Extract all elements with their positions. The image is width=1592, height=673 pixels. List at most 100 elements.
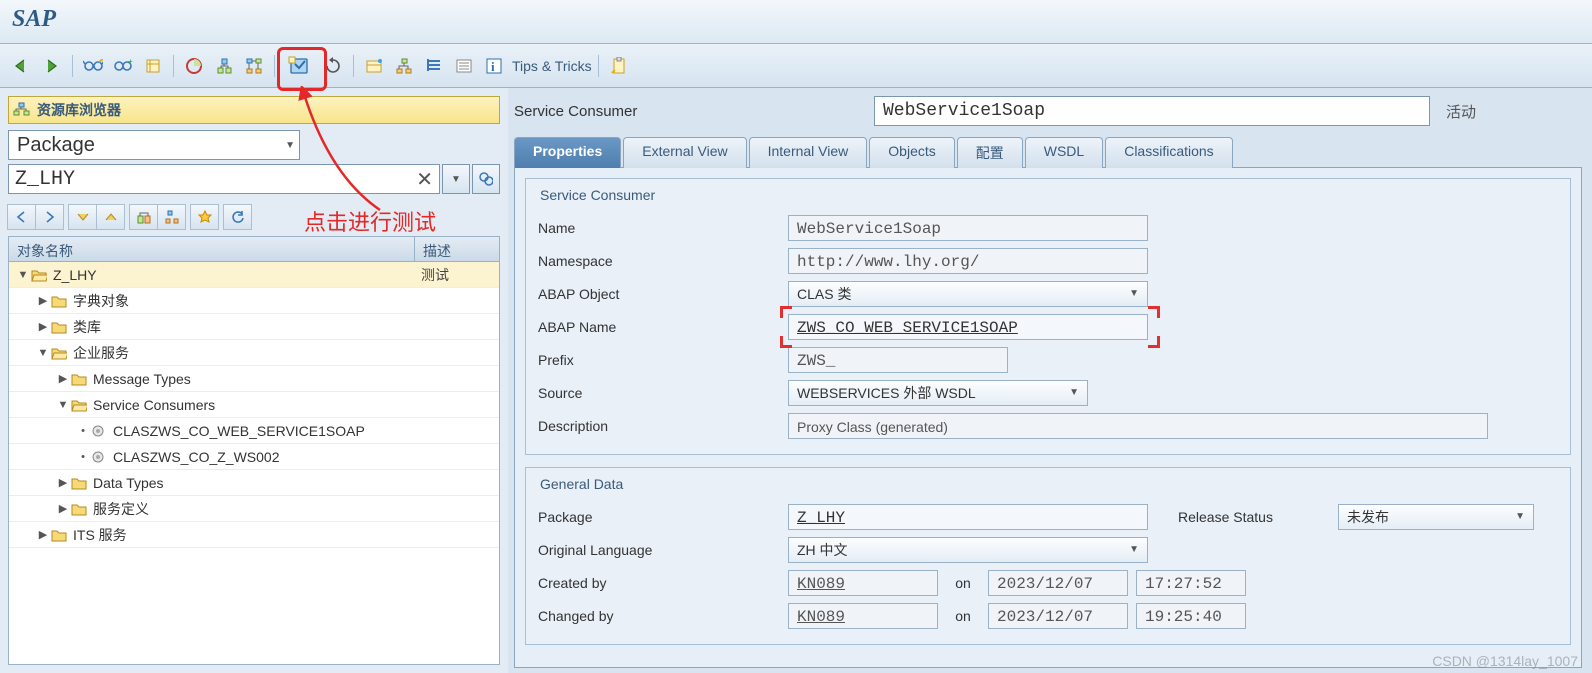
tab-external-view[interactable]: External View	[623, 137, 746, 168]
display-button[interactable]	[472, 164, 500, 194]
expand-toggle[interactable]: ▶	[57, 502, 69, 515]
collapse-toggle[interactable]: ▼	[57, 399, 69, 411]
tab-objects[interactable]: Objects	[869, 137, 954, 168]
tree-row[interactable]: ▶ITS 服务	[9, 522, 499, 548]
expand-button[interactable]	[68, 204, 97, 230]
clear-icon[interactable]: ✕	[416, 167, 433, 192]
hierarchy-icon[interactable]	[240, 52, 268, 80]
tree-node-label: 字典对象	[73, 291, 129, 311]
tree-node-label: Data Types	[93, 475, 164, 491]
next-button[interactable]	[35, 204, 64, 230]
tab-配置[interactable]: 配置	[957, 137, 1023, 168]
tree-row[interactable]: ▶ Data Types	[9, 470, 499, 496]
abap-name-label: ABAP Name	[538, 319, 788, 335]
test-button[interactable]	[285, 52, 313, 80]
chevron-down-icon: ▼	[1069, 387, 1079, 398]
changed-date-field: 2023/12/07	[988, 603, 1128, 629]
glasses-plus-icon[interactable]: +	[109, 52, 137, 80]
abap-name-field[interactable]: ZWS_CO_WEB_SERVICE1SOAP	[788, 314, 1148, 340]
tree-row[interactable]: ▼ Service Consumers	[9, 392, 499, 418]
properties-panel: Service Consumer Name WebService1Soap Na…	[514, 168, 1582, 668]
folder-icon	[31, 268, 47, 282]
structure-icon[interactable]	[390, 52, 418, 80]
tree-node-label: Message Types	[93, 371, 191, 387]
orig-lang-select[interactable]: ZH 中文 ▼	[788, 537, 1148, 563]
expand-toggle[interactable]: ▶	[37, 320, 49, 333]
orig-lang-value: ZH 中文	[797, 540, 848, 560]
description-label: Description	[538, 418, 788, 434]
tree-row[interactable]: ▶ 服务定义	[9, 496, 499, 522]
tab-classifications[interactable]: Classifications	[1105, 137, 1232, 168]
created-by-label: Created by	[538, 575, 788, 591]
on-label: on	[938, 608, 988, 624]
tree-row[interactable]: ▼Z_LHY测试	[9, 262, 499, 288]
regenerate-icon[interactable]	[319, 52, 347, 80]
sidebar: 资源库浏览器 Package ▼ Z_LHY ✕ ▼ 对象名称 描	[0, 88, 508, 673]
back-button[interactable]	[8, 52, 36, 80]
tree-row[interactable]: ▶类库	[9, 314, 499, 340]
tips-tricks-label[interactable]: Tips & Tricks	[512, 58, 592, 74]
clipboard-icon[interactable]	[605, 52, 633, 80]
prev-button[interactable]	[7, 204, 36, 230]
expand-toggle[interactable]: ▶	[37, 294, 49, 307]
where-used-icon[interactable]	[210, 52, 238, 80]
favorites-button[interactable]	[190, 204, 219, 230]
bullet: •	[77, 451, 89, 463]
wizard-icon[interactable]	[360, 52, 388, 80]
header-name-field[interactable]: WebService1Soap	[874, 96, 1430, 126]
collapse-toggle[interactable]: ▼	[37, 347, 49, 359]
created-time-field: 17:27:52	[1136, 570, 1246, 596]
tree-row[interactable]: ▶ Message Types	[9, 366, 499, 392]
collapse-button[interactable]	[96, 204, 125, 230]
tree-row[interactable]: ▶ 字典对象	[9, 288, 499, 314]
collapse-toggle[interactable]: ▼	[17, 269, 29, 281]
package-field[interactable]: Z_LHY	[788, 504, 1148, 530]
highlight-corner	[1148, 306, 1160, 318]
package-input[interactable]: Z_LHY ✕	[8, 164, 440, 194]
toolbar-separator	[353, 55, 354, 77]
object-tree[interactable]: ▼Z_LHY测试 ▶ 字典对象 ▶类库▼企业服务 ▶ Message Types ▼ Serv…	[8, 262, 500, 665]
expand-toggle[interactable]: ▶	[37, 528, 49, 541]
tree-node-label: Service Consumers	[93, 397, 215, 413]
tree-settings-button[interactable]	[157, 204, 186, 230]
chevron-down-icon: ▼	[1129, 288, 1139, 299]
source-select[interactable]: WEBSERVICES 外部 WSDL ▼	[788, 380, 1088, 406]
expand-toggle[interactable]: ▶	[57, 476, 69, 489]
tab-properties[interactable]: Properties	[514, 137, 621, 168]
abap-object-select[interactable]: CLAS 类 ▼	[788, 281, 1148, 307]
name-label: Name	[538, 220, 788, 236]
prefix-label: Prefix	[538, 352, 788, 368]
activity-icon[interactable]	[180, 52, 208, 80]
tab-bar: PropertiesExternal ViewInternal ViewObje…	[514, 136, 1582, 168]
object-type-selector[interactable]: Package ▼	[8, 130, 300, 160]
toolbar-separator	[274, 55, 275, 77]
refresh-button[interactable]	[129, 204, 158, 230]
dropdown-history-button[interactable]: ▼	[442, 164, 470, 194]
content-area: Service Consumer WebService1Soap 活动 Prop…	[508, 88, 1592, 673]
info-icon[interactable]: i	[480, 52, 508, 80]
tab-wsdl[interactable]: WSDL	[1025, 137, 1103, 168]
group-general-data: General Data Package Z_LHY Release Statu…	[525, 467, 1571, 645]
tree-node-label: 服务定义	[93, 499, 149, 519]
svg-text:i: i	[491, 59, 495, 74]
changed-by-label: Changed by	[538, 608, 788, 624]
sync-button[interactable]	[223, 204, 252, 230]
tree-col-desc: 描述	[415, 237, 499, 261]
release-status-select[interactable]: 未发布 ▼	[1338, 504, 1534, 530]
source-value: WEBSERVICES 外部 WSDL	[797, 383, 976, 403]
orig-lang-label: Original Language	[538, 542, 788, 558]
tree-row[interactable]: ▼企业服务	[9, 340, 499, 366]
list-icon[interactable]	[450, 52, 478, 80]
expand-toggle[interactable]: ▶	[57, 372, 69, 385]
tab-internal-view[interactable]: Internal View	[749, 137, 868, 168]
pretty-print-icon[interactable]	[420, 52, 448, 80]
header-name-value: WebService1Soap	[883, 101, 1045, 121]
tree-row[interactable]: •CLASZWS_CO_Z_WS002	[9, 444, 499, 470]
folder-icon	[51, 294, 67, 308]
tree-node-label: CLASZWS_CO_WEB_SERVICE1SOAP	[113, 423, 365, 439]
object-type-value: Package	[17, 134, 95, 157]
forward-button[interactable]	[38, 52, 66, 80]
tree-row[interactable]: •CLASZWS_CO_WEB_SERVICE1SOAP	[9, 418, 499, 444]
other-object-icon[interactable]	[139, 52, 167, 80]
glasses-icon[interactable]	[79, 52, 107, 80]
